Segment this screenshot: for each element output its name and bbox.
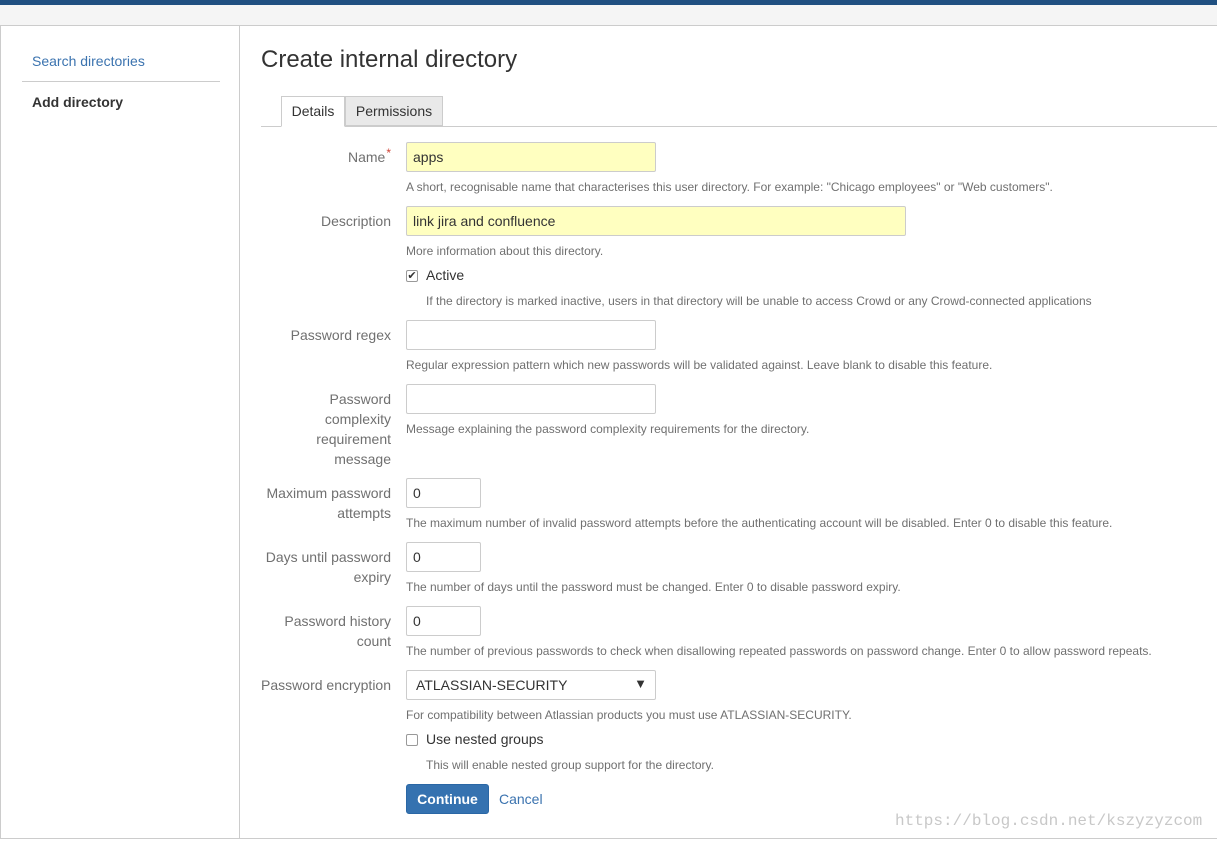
description-help: More information about this directory. [406, 244, 604, 258]
sidebar-item-add-directory[interactable]: Add directory [32, 94, 123, 110]
encryption-label: Password encryption [261, 677, 391, 693]
password-regex-help: Regular expression pattern which new pas… [406, 358, 993, 372]
days-expiry-input[interactable] [406, 542, 481, 572]
complexity-label-line: Password [329, 391, 391, 407]
watermark: https://blog.csdn.net/kszyzyzcom [895, 812, 1203, 830]
active-help: If the directory is marked inactive, use… [426, 294, 1092, 308]
days-expiry-help: The number of days until the password mu… [406, 580, 901, 594]
active-checkbox[interactable]: ✔ [406, 270, 418, 282]
main-content: Create internal directory Details Permis… [241, 26, 1217, 838]
nested-groups-checkbox[interactable] [406, 734, 418, 746]
sidebar-divider [22, 81, 220, 82]
nested-groups-label: Use nested groups [426, 731, 544, 747]
sidebar: Search directories Add directory [0, 26, 240, 838]
nested-groups-help: This will enable nested group support fo… [426, 758, 714, 772]
sidebar-item-search-directories[interactable]: Search directories [32, 53, 145, 69]
tabs-divider [261, 126, 1217, 127]
required-marker: * [386, 146, 391, 160]
history-count-input[interactable] [406, 606, 481, 636]
complexity-message-input[interactable] [406, 384, 656, 414]
name-help: A short, recognisable name that characte… [406, 180, 1053, 194]
cancel-link[interactable]: Cancel [499, 791, 543, 807]
active-label: Active [426, 267, 465, 283]
days-expiry-label: Days until password expiry [251, 547, 391, 587]
description-label: Description [320, 213, 391, 229]
caret-down-icon: ▼ [634, 676, 647, 691]
max-attempts-input[interactable] [406, 478, 481, 508]
max-attempts-label-line: Maximum password [266, 485, 391, 501]
page-title: Create internal directory [261, 46, 518, 73]
max-attempts-help: The maximum number of invalid password a… [406, 516, 1113, 530]
complexity-label-line: complexity [324, 411, 391, 427]
encryption-selected-value: ATLASSIAN-SECURITY [416, 677, 568, 693]
password-regex-label: Password regex [290, 327, 391, 343]
continue-button[interactable]: Continue [406, 784, 489, 814]
max-attempts-label: Maximum password attempts [251, 483, 391, 523]
name-input[interactable] [406, 142, 656, 172]
header-bar [0, 5, 1217, 26]
footer-divider [0, 838, 1217, 839]
tab-details[interactable]: Details [281, 96, 345, 127]
history-count-help: The number of previous passwords to chec… [406, 644, 1152, 658]
days-expiry-label-line: Days until password [265, 549, 391, 565]
encryption-select[interactable]: ATLASSIAN-SECURITY ▼ [406, 670, 656, 700]
complexity-message-help: Message explaining the password complexi… [406, 422, 810, 436]
password-regex-input[interactable] [406, 320, 656, 350]
complexity-label-line: message [334, 451, 391, 467]
name-label-text: Name [347, 149, 386, 165]
encryption-help: For compatibility between Atlassian prod… [406, 708, 852, 722]
complexity-label-line: requirement [316, 431, 391, 447]
history-count-label-line: Password history [284, 613, 391, 629]
name-label: Name* [251, 146, 391, 168]
description-input[interactable] [406, 206, 906, 236]
days-expiry-label-line: expiry [353, 569, 391, 585]
history-count-label: Password history count [251, 611, 391, 651]
max-attempts-label-line: attempts [337, 505, 391, 521]
complexity-message-label: Password complexity requirement message [251, 389, 391, 469]
tab-permissions[interactable]: Permissions [345, 96, 443, 126]
history-count-label-line: count [356, 633, 391, 649]
